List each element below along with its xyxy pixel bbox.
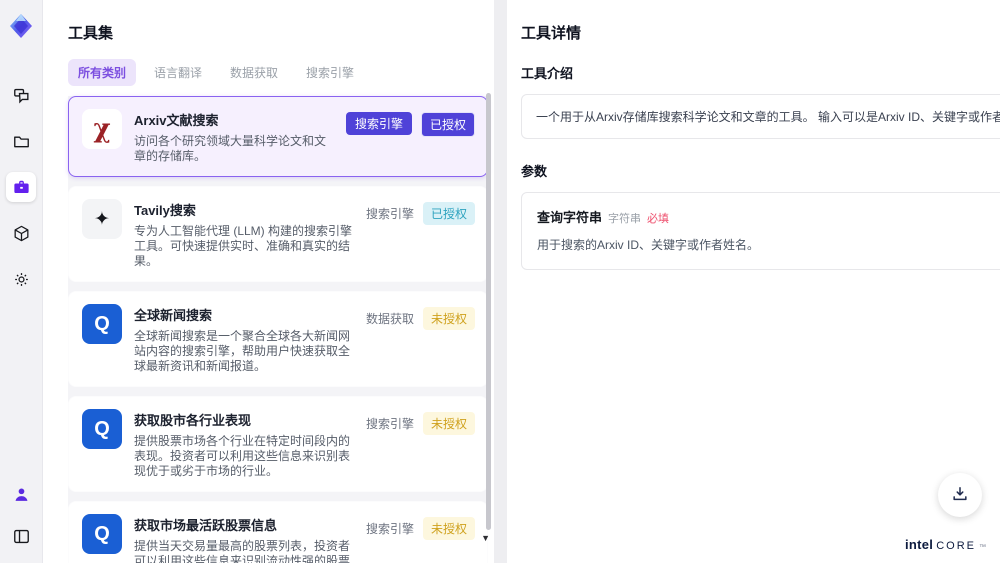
scrollbar-thumb[interactable]	[486, 93, 491, 530]
tool-status-badge: 未授权	[422, 517, 475, 540]
search-q-icon: Q	[82, 514, 122, 554]
tool-info: Tavily搜索 专为人工智能代理 (LLM) 构建的搜索引擎工具。可快速提供实…	[134, 199, 354, 269]
download-icon	[950, 484, 970, 507]
tool-name: 获取市场最活跃股票信息	[134, 518, 278, 533]
tool-name: Arxiv文献搜索	[134, 113, 219, 128]
app-logo-icon[interactable]	[7, 12, 35, 40]
parameter-type: 字符串	[608, 213, 642, 225]
sidebar	[0, 0, 43, 563]
tool-card[interactable]: χ Arxiv文献搜索 访问各个研究领域大量科学论文和文章的存储库。 搜索引擎 …	[68, 96, 488, 177]
category-tabs: 所有类别 语言翻译 数据获取 搜索引擎	[68, 59, 494, 86]
tool-description: 访问各个研究领域大量科学论文和文章的存储库。	[134, 134, 327, 163]
tool-card[interactable]: ✦ Tavily搜索 专为人工智能代理 (LLM) 构建的搜索引擎工具。可快速提…	[68, 186, 488, 282]
tool-description: 提供股票市场各个行业在特定时间段内的表现。投资者可以利用这些信息来识别表现优于或…	[134, 434, 351, 478]
page-title: 工具集	[68, 25, 114, 42]
tool-tags: 搜索引擎 未授权	[366, 514, 475, 563]
tool-info: 全球新闻搜索 全球新闻搜索是一个聚合全球各大新闻网站内容的搜索引擎，帮助用户快速…	[134, 304, 354, 374]
brand-core-text: core	[936, 540, 976, 552]
download-button[interactable]	[938, 473, 982, 517]
required-badge: 必填	[647, 213, 670, 225]
intro-heading: 工具介绍	[521, 66, 574, 81]
tool-card[interactable]: Q 获取股市各行业表现 提供股票市场各个行业在特定时间段内的表现。投资者可以利用…	[68, 396, 488, 492]
brand-tm-mark: ™	[979, 544, 986, 551]
folder-icon[interactable]	[6, 126, 36, 156]
intel-core-logo: intel core ™	[905, 537, 986, 552]
gear-icon[interactable]	[6, 264, 36, 294]
tool-description: 提供当天交易量最高的股票列表，投资者可以利用这些信息来识别流动性强的股票和潜在的…	[134, 539, 351, 563]
user-icon[interactable]	[6, 479, 36, 509]
chat-icon[interactable]	[6, 80, 36, 110]
tool-tags: 搜索引擎 已授权	[345, 109, 475, 164]
tavily-star-icon: ✦	[82, 199, 122, 239]
tool-name: Tavily搜索	[134, 203, 196, 218]
tool-card[interactable]: Q 全球新闻搜索 全球新闻搜索是一个聚合全球各大新闻网站内容的搜索引擎，帮助用户…	[68, 291, 488, 387]
cube-icon[interactable]	[6, 218, 36, 248]
tool-name: 获取股市各行业表现	[134, 413, 252, 428]
tool-category-badge: 搜索引擎	[365, 207, 414, 221]
tool-description: 全球新闻搜索是一个聚合全球各大新闻网站内容的搜索引擎，帮助用户快速获取全球最新资…	[134, 329, 351, 373]
tool-list: χ Arxiv文献搜索 访问各个研究领域大量科学论文和文章的存储库。 搜索引擎 …	[68, 96, 488, 563]
tool-info: 获取市场最活跃股票信息 提供当天交易量最高的股票列表，投资者可以利用这些信息来识…	[134, 514, 354, 563]
search-q-icon: Q	[82, 409, 122, 449]
panel-toggle-icon[interactable]	[6, 521, 36, 551]
parameter-name: 查询字符串	[537, 210, 603, 225]
tool-intro-text: 一个用于从Arxiv存储库搜索科学论文和文章的工具。 输入可以是Arxiv ID…	[521, 94, 1000, 139]
tool-info: Arxiv文献搜索 访问各个研究领域大量科学论文和文章的存储库。	[134, 109, 334, 164]
parameter-header: 查询字符串 字符串 必填	[537, 207, 1000, 226]
scroll-down-icon[interactable]: ▼	[481, 533, 490, 543]
tool-tags: 搜索引擎 已授权	[366, 199, 475, 269]
tool-category-badge: 搜索引擎	[365, 522, 414, 536]
category-tab-0[interactable]: 所有类别	[68, 59, 137, 86]
tool-status-badge: 已授权	[420, 112, 475, 137]
search-q-icon: Q	[82, 304, 122, 344]
parameter-card: 查询字符串 字符串 必填 用于搜索的Arxiv ID、关键字或作者姓名。	[521, 192, 1000, 270]
tool-card[interactable]: Q 获取市场最活跃股票信息 提供当天交易量最高的股票列表，投资者可以利用这些信息…	[68, 501, 488, 563]
arxiv-logo-icon: χ	[82, 109, 122, 149]
tool-description: 专为人工智能代理 (LLM) 构建的搜索引擎工具。可快速提供实时、准确和真实的结…	[134, 224, 353, 268]
briefcase-icon[interactable]	[6, 172, 36, 202]
tool-name: 全球新闻搜索	[134, 308, 213, 323]
tool-category-badge: 搜索引擎	[365, 417, 414, 431]
tool-tags: 搜索引擎 未授权	[366, 409, 475, 479]
parameter-description: 用于搜索的Arxiv ID、关键字或作者姓名。	[537, 238, 760, 252]
tool-detail-panel: 工具详情 工具介绍 一个用于从Arxiv存储库搜索科学论文和文章的工具。 输入可…	[507, 0, 1000, 563]
tool-status-badge: 未授权	[422, 307, 475, 330]
tool-status-badge: 已授权	[422, 202, 475, 225]
tool-info: 获取股市各行业表现 提供股票市场各个行业在特定时间段内的表现。投资者可以利用这些…	[134, 409, 354, 479]
panel-divider	[494, 0, 507, 563]
params-heading: 参数	[521, 164, 548, 179]
sidebar-bottom	[6, 479, 36, 551]
tool-category-badge: 数据获取	[365, 312, 414, 326]
category-tab-3[interactable]: 搜索引擎	[296, 59, 364, 86]
detail-title: 工具详情	[521, 25, 582, 42]
tool-list-panel: 工具集 所有类别 语言翻译 数据获取 搜索引擎 χ Arxiv文献搜索 访问各个研究领…	[43, 0, 494, 563]
category-tab-2[interactable]: 数据获取	[220, 59, 288, 86]
brand-intel-text: intel	[904, 537, 934, 552]
tool-status-badge: 未授权	[422, 412, 475, 435]
tool-tags: 数据获取 未授权	[366, 304, 475, 374]
tool-category-badge: 搜索引擎	[345, 112, 412, 135]
category-tab-1[interactable]: 语言翻译	[144, 59, 212, 86]
